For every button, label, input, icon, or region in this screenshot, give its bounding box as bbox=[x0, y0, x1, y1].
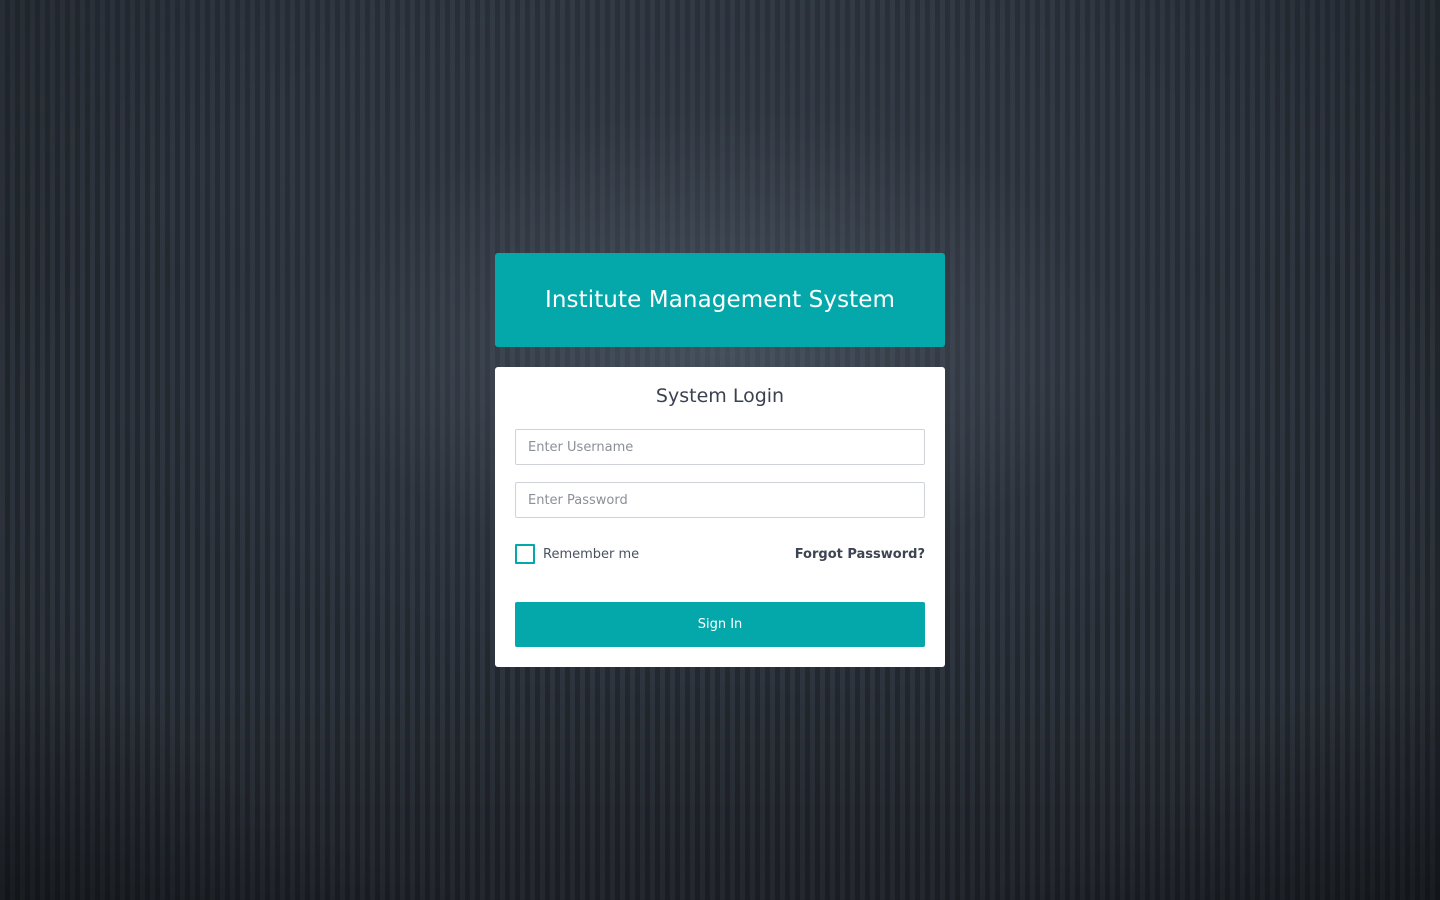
header-banner: Institute Management System bbox=[495, 253, 945, 347]
login-title: System Login bbox=[655, 385, 785, 407]
login-card: System Login Remember me Forgot Password… bbox=[495, 367, 945, 667]
forgot-password-link[interactable]: Forgot Password? bbox=[795, 547, 925, 562]
remember-me-checkbox[interactable] bbox=[515, 544, 535, 564]
app-title: Institute Management System bbox=[544, 287, 896, 313]
username-input[interactable] bbox=[515, 429, 925, 465]
password-input[interactable] bbox=[515, 482, 925, 518]
remember-me-label: Remember me bbox=[543, 546, 640, 562]
sign-in-button[interactable]: Sign In bbox=[515, 602, 925, 647]
remember-me-toggle[interactable]: Remember me bbox=[515, 544, 639, 564]
remember-row: Remember me Forgot Password? bbox=[515, 543, 925, 565]
